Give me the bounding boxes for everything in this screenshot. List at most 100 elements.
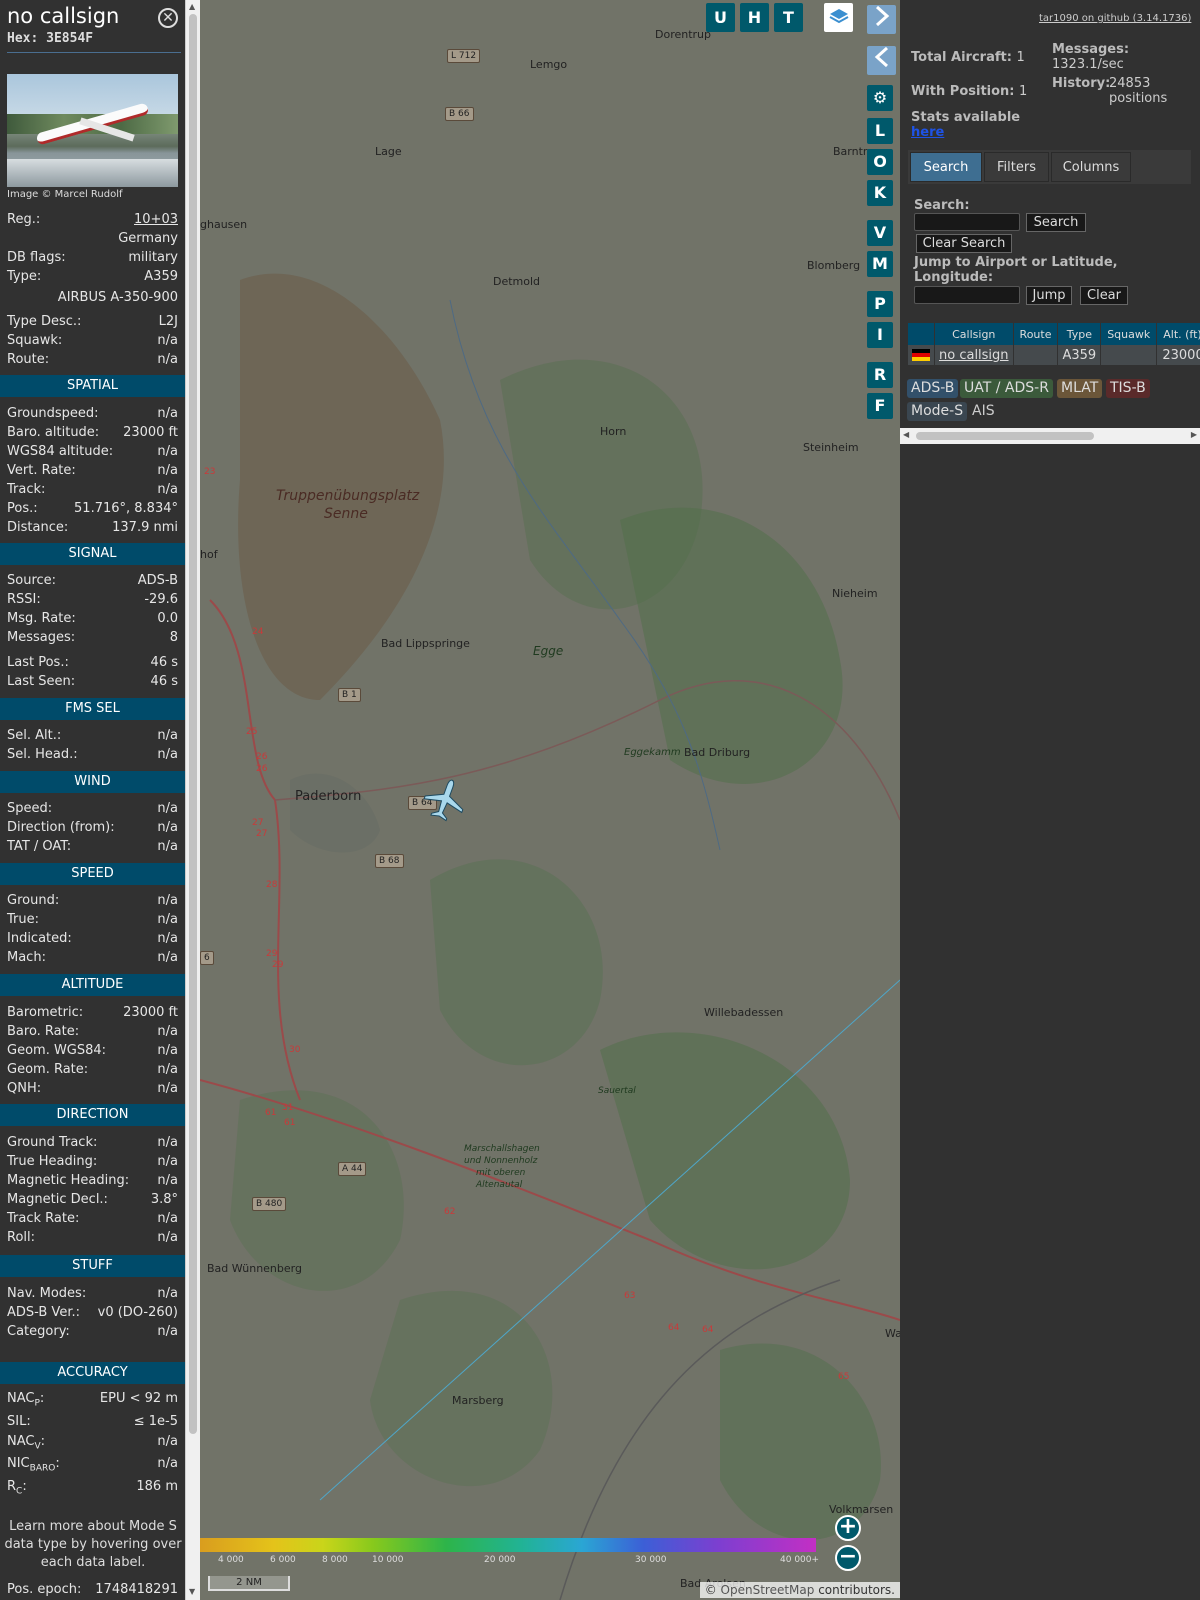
settings-gear-icon[interactable]: ⚙ [867,85,893,111]
toggle-o-button[interactable]: O [867,149,893,175]
map-view[interactable]: Dorentrup Lemgo Lage Barntrup Detmold Bl… [200,0,900,1600]
map-area-label: Sauertal [598,1086,636,1096]
table-horizontal-scrollbar[interactable]: ◀ ▶ [900,428,1200,444]
clear-search-button[interactable]: Clear Search [916,234,1012,253]
map-area-label: Eggekamm [624,747,681,758]
road-shield: B 68 [375,854,404,868]
map-place-label: Blomberg [807,259,861,272]
toggle-l-button[interactable]: L [867,118,893,144]
with-position: With Position: 1 [911,84,1028,99]
map-area-label: Senne [324,506,368,522]
table-row[interactable]: no callsign A359 23000 [908,345,1200,365]
toggle-v-button[interactable]: V [867,220,893,246]
info-label: Sel. Alt.: [7,728,62,743]
info-label: Baro. Rate: [7,1024,80,1039]
aircraft-photo[interactable] [7,74,178,187]
map-attribution: © OpenStreetMap contributors. [699,1582,900,1598]
stats-link[interactable]: here [911,125,944,140]
info-value: n/a [157,444,178,459]
search-input[interactable] [914,213,1020,231]
info-label: ADS-B Ver.: [7,1305,80,1320]
info-row-stuff: ADS-B Ver.: v0 (DO-260) [7,1303,178,1322]
map-area-label: Truppenübungsplatz [276,488,420,504]
info-label: Pos.: [7,501,38,516]
section-direction: DIRECTION [0,1104,185,1126]
info-value: n/a [157,839,178,854]
map-place-label: Lemgo [530,58,568,71]
road-number: 26 [256,752,268,762]
road-number: 65 [838,1372,850,1382]
aircraft-table: Callsign Route Type Squawk Alt. (ft) S n… [908,323,1200,365]
column-header-altitude[interactable]: Alt. (ft) [1156,323,1200,345]
column-header-flag[interactable] [908,323,935,345]
left-panel-scrollbar[interactable]: ▲ ▼ [185,0,200,1600]
tab-columns[interactable]: Columns [1051,152,1131,182]
info-row-speed: Mach: n/a [7,948,178,967]
info-row-dbflags: DB flags: military [7,250,178,265]
toggle-k-button[interactable]: K [867,180,893,206]
info-value: n/a [157,1024,178,1039]
aircraft-list-panel: tar1090 on github (3.14.1736) Total Airc… [900,0,1200,1600]
info-row-altitude: QNH: n/a [7,1079,178,1098]
chevron-right-icon[interactable] [867,5,896,34]
clear-button[interactable]: Clear [1080,286,1128,305]
toggle-m-button[interactable]: M [867,251,893,277]
toggle-p-button[interactable]: P [867,291,893,317]
road-number: 61 [284,1118,296,1128]
toggle-i-button[interactable]: I [867,322,893,348]
info-label: Track: [7,482,46,497]
stats-label: Stats available [911,110,1021,125]
info-label: WGS84 altitude: [7,444,114,459]
info-value: n/a [157,820,178,835]
info-row-spatial: Track: n/a [7,480,178,499]
column-header-route[interactable]: Route [1013,323,1059,345]
info-value: n/a [157,1154,178,1169]
toggle-f-button[interactable]: F [867,393,893,419]
layers-icon[interactable] [824,3,853,32]
info-value: n/a [157,1324,178,1339]
total-aircraft: Total Aircraft: 1 [911,50,1025,65]
column-header-callsign[interactable]: Callsign [934,323,1014,345]
info-row-spatial: Pos.: 51.716°, 8.834° [7,499,178,518]
map-place-label: Horn [600,425,627,438]
tab-search[interactable]: Search [910,152,982,182]
info-value: 51.716°, 8.834° [74,501,178,516]
cell-callsign[interactable]: no callsign [934,345,1014,365]
info-label: Magnetic Decl.: [7,1192,108,1207]
altitude-scale-tick: 10 000 [372,1555,404,1565]
road-number: 61 [265,1108,277,1118]
info-row-direction: Magnetic Heading: n/a [7,1171,178,1190]
chevron-left-icon[interactable] [867,46,896,75]
registration-link[interactable]: 10+03 [134,210,178,229]
map-place-label: Wa [885,1327,900,1340]
osm-link[interactable]: OpenStreetMap [721,1583,815,1597]
info-value: n/a [157,931,178,946]
tab-filters[interactable]: Filters [984,152,1049,182]
divider [7,52,181,53]
road-number: 64 [668,1323,680,1333]
zoom-in-button[interactable]: + [835,1515,861,1541]
altitude-scale-tick: 40 000+ [780,1555,820,1565]
aircraft-marker-icon[interactable] [422,777,468,823]
map-area-label: Marschallshagen [464,1144,540,1154]
zoom-out-button[interactable]: − [835,1545,861,1571]
column-header-squawk[interactable]: Squawk [1100,323,1158,345]
info-label: Roll: [7,1230,36,1245]
info-row-altitude: Barometric: 23000 ft [7,1003,178,1022]
road-shield: B 480 [252,1197,287,1211]
legend-ais: AIS [972,403,995,419]
toggle-r-button[interactable]: R [867,362,893,388]
toggle-h-button[interactable]: H [740,3,769,32]
column-header-type[interactable]: Type [1057,323,1102,345]
close-icon[interactable]: ✕ [158,8,178,28]
toggle-u-button[interactable]: U [706,3,735,32]
german-flag-icon [908,345,935,365]
jump-input[interactable] [914,286,1020,304]
info-value: n/a [157,728,178,743]
jump-button[interactable]: Jump [1026,286,1072,305]
github-link[interactable]: tar1090 on github (3.14.1736) [1039,13,1191,24]
info-row-signal: Msg. Rate: 0.0 [7,609,178,628]
info-label: Sel. Head.: [7,747,78,762]
search-button[interactable]: Search [1026,213,1086,232]
toggle-t-button[interactable]: T [774,3,803,32]
